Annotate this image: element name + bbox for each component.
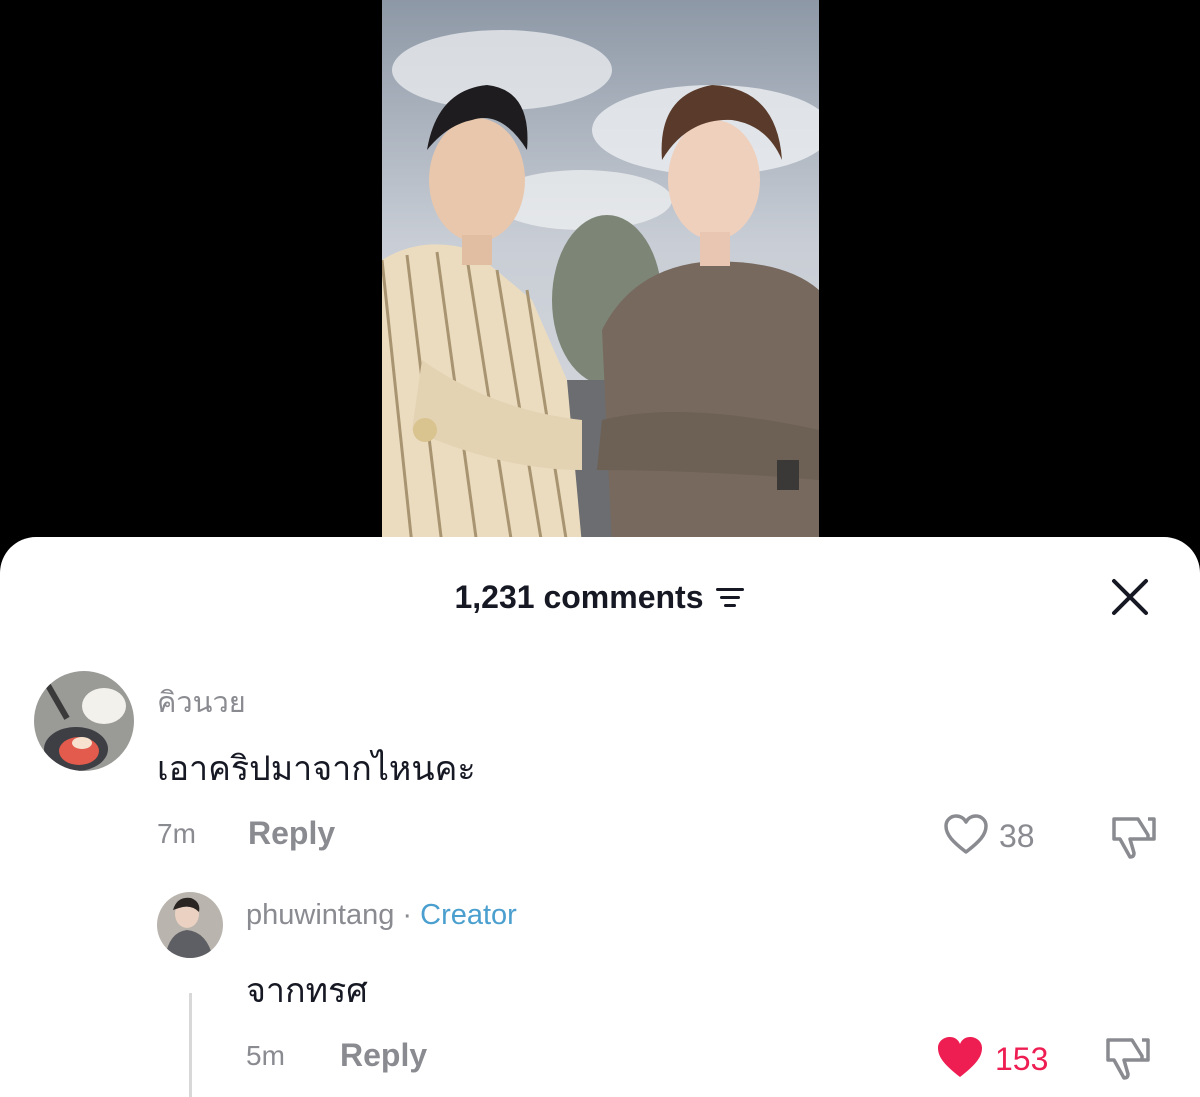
comment-username[interactable]: คิวนวย (157, 679, 246, 725)
heart-outline-icon (943, 813, 989, 860)
video-frame (382, 0, 819, 545)
reply-button[interactable]: Reply (248, 815, 335, 852)
comments-sheet: 1,231 comments คิวนวย เอาคริปมาจากไหนคะ … (0, 537, 1200, 1097)
reply-username[interactable]: phuwintang (246, 899, 394, 931)
comment-text: เอาคริปมาจากไหนคะ (157, 750, 476, 788)
reply-dislike-icon[interactable] (1102, 1034, 1152, 1085)
like-count: 38 (999, 818, 1035, 854)
video-player[interactable] (0, 0, 1200, 560)
filter-icon[interactable] (715, 585, 746, 609)
reply-text: จากทรศ (246, 972, 368, 1010)
close-icon[interactable] (1110, 577, 1150, 617)
reply-like-button[interactable]: 153 (935, 1034, 1048, 1085)
avatar[interactable] (34, 671, 134, 771)
reply-time: 5m (246, 1040, 285, 1071)
thread-line (189, 993, 192, 1097)
separator-dot: · (402, 899, 413, 931)
reply-like-count: 153 (995, 1041, 1049, 1077)
dislike-icon[interactable] (1108, 813, 1158, 864)
like-button[interactable]: 38 (943, 813, 1035, 860)
heart-filled-icon (935, 1034, 985, 1085)
creator-avatar[interactable] (157, 892, 223, 958)
comment-time: 7m (157, 818, 196, 849)
reply-reply-button[interactable]: Reply (340, 1037, 427, 1074)
comments-header: 1,231 comments (0, 575, 1200, 619)
comment-count: 1,231 comments (454, 578, 704, 615)
reply-username-row: phuwintang · Creator (246, 899, 517, 932)
creator-badge: Creator (420, 899, 517, 931)
